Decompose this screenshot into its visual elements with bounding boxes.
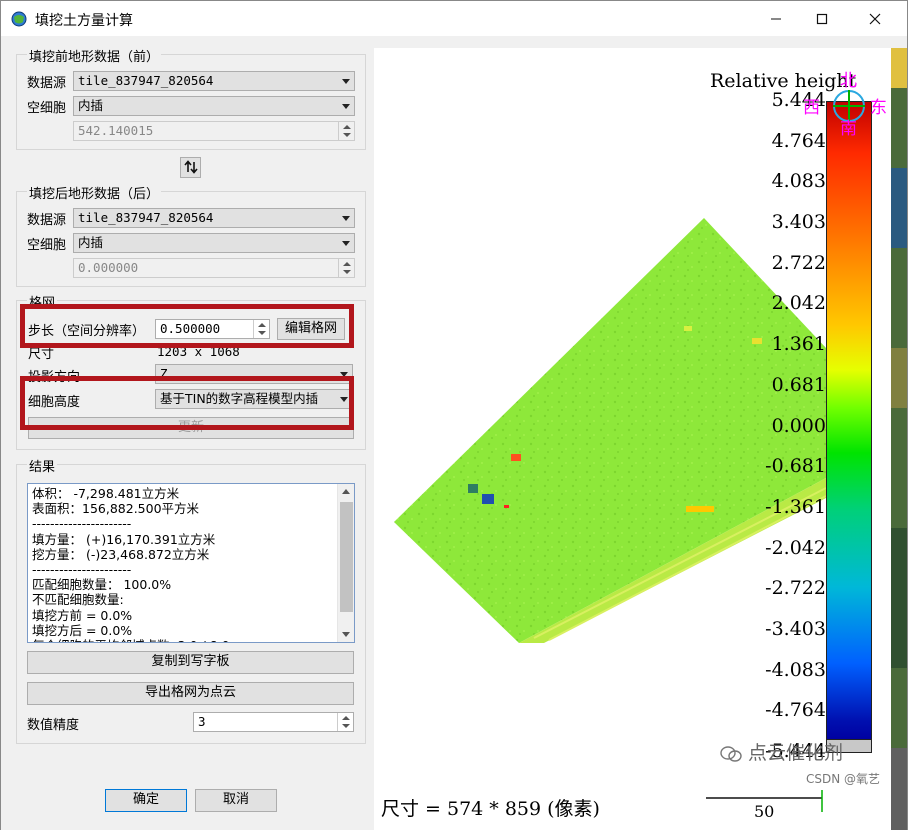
before-empty-cell-select[interactable]: 内插 [73, 96, 355, 116]
before-group-title: 填挖前地形数据（前） [27, 46, 162, 65]
title-bar: 填挖土方量计算 [0, 0, 908, 36]
after-source-select[interactable]: tile_837947_820564 [73, 208, 355, 228]
highlight-cell-height-box [20, 376, 354, 430]
chevron-down-icon [342, 104, 350, 109]
colorbar-tick-label: 2.722 [771, 251, 826, 274]
after-empty-cell-label: 空细胞 [27, 238, 67, 253]
background-window-edge [891, 48, 907, 830]
colorbar-tick-label: -4.764 [765, 699, 826, 722]
watermark-text: 点云催化剂 [748, 742, 844, 764]
spin-buttons [338, 259, 354, 277]
colorbar-tick-label: 3.403 [771, 211, 826, 234]
colorbar-gradient [826, 101, 872, 741]
before-fill-value-input[interactable]: 542.140015 [73, 121, 355, 141]
colorbar-tick-label: -1.361 [765, 495, 826, 518]
results-text: 体积： -7,298.481立方米 表面积：156,882.500平方米 ---… [32, 486, 230, 642]
spin-down-icon [343, 133, 351, 137]
after-source-value: tile_837947_820564 [78, 210, 214, 225]
spin-up-icon [342, 716, 350, 720]
spin-down-icon [342, 724, 350, 728]
before-empty-cell-label: 空细胞 [27, 101, 67, 116]
results-scrollbar[interactable] [337, 484, 354, 642]
copy-to-clipboard-button[interactable]: 复制到写字板 [27, 651, 354, 674]
compass-west: 西 [803, 98, 820, 118]
after-group-title: 填挖后地形数据（后） [27, 183, 162, 202]
colorbar-tick-label: 0.000 [771, 414, 826, 437]
after-fill-value-input[interactable]: 0.000000 [73, 258, 355, 278]
height-map-view[interactable]: Relative height 5.444 4.764 4.083 3.403 2.72… [374, 48, 891, 830]
compass-south: 南 [840, 119, 857, 139]
compass-east: 东 [870, 98, 887, 118]
before-source-label: 数据源 [27, 76, 67, 91]
csdn-watermark: CSDN @氧艺 [806, 772, 881, 786]
colorbar-tick-label: 4.764 [771, 129, 826, 152]
colorbar-tick-label: 4.083 [771, 170, 826, 193]
colorbar-tick-label: 0.681 [771, 373, 826, 396]
after-empty-cell-select[interactable]: 内插 [73, 233, 355, 253]
spin-down-icon [343, 270, 351, 274]
wechat-icon [720, 745, 742, 762]
colorbar-tick-label: -0.681 [765, 455, 826, 478]
before-fill-value: 542.140015 [78, 123, 154, 138]
scroll-up-icon [342, 489, 350, 494]
export-grid-button[interactable]: 导出格网为点云 [27, 682, 354, 705]
chevron-down-icon [342, 241, 350, 246]
highlight-step-box [20, 304, 354, 348]
maximize-icon[interactable] [799, 1, 845, 35]
swap-vertical-icon [183, 160, 198, 174]
after-fill-value: 0.000000 [78, 260, 139, 275]
chevron-down-icon [342, 79, 350, 84]
window-title: 填挖土方量计算 [35, 13, 133, 29]
before-source-select[interactable]: tile_837947_820564 [73, 71, 355, 91]
chevron-down-icon [342, 216, 350, 221]
watermark: 点云催化剂 [720, 738, 843, 765]
compass-icon: 北 西 东 南 [803, 71, 887, 139]
spin-up-icon [343, 125, 351, 129]
spin-buttons [338, 122, 354, 140]
before-empty-cell-value: 内插 [78, 98, 104, 113]
colorbar-tick-label: 1.361 [771, 333, 826, 356]
ok-button[interactable]: 确定 [105, 789, 187, 812]
colorbar-tick-label: -4.083 [765, 658, 826, 681]
swap-button[interactable] [180, 157, 201, 178]
colorbar-tick-label: -2.722 [765, 577, 826, 600]
after-source-label: 数据源 [27, 213, 67, 228]
compass-north: 北 [840, 71, 857, 91]
after-empty-cell-value: 内插 [78, 235, 104, 250]
app-icon [11, 11, 27, 27]
scale-bar-label: 50 [754, 802, 775, 821]
cancel-button[interactable]: 取消 [195, 789, 277, 812]
close-icon[interactable] [852, 1, 898, 35]
before-source-value: tile_837947_820564 [78, 73, 214, 88]
scroll-down-icon [342, 632, 350, 637]
results-group-title: 结果 [27, 456, 58, 475]
results-textarea[interactable]: 体积： -7,298.481立方米 表面积：156,882.500平方米 ---… [27, 483, 355, 643]
spin-buttons [337, 713, 353, 731]
spin-up-icon [343, 262, 351, 266]
image-size-label: 尺寸 = 574 * 859 (像素) [381, 798, 600, 820]
precision-input[interactable]: 3 [193, 712, 354, 732]
precision-label: 数值精度 [27, 718, 80, 733]
scrollbar-thumb[interactable] [340, 502, 353, 612]
colorbar-tick-label: -3.403 [765, 617, 826, 640]
colorbar-tick-label: 2.042 [771, 292, 826, 315]
precision-value: 3 [198, 714, 206, 729]
dialog-body: 填挖前地形数据（前） 数据源 tile_837947_820564 空细胞 内插… [0, 36, 908, 830]
colorbar-tick-label: -2.042 [765, 536, 826, 559]
minimize-icon[interactable] [753, 1, 799, 35]
